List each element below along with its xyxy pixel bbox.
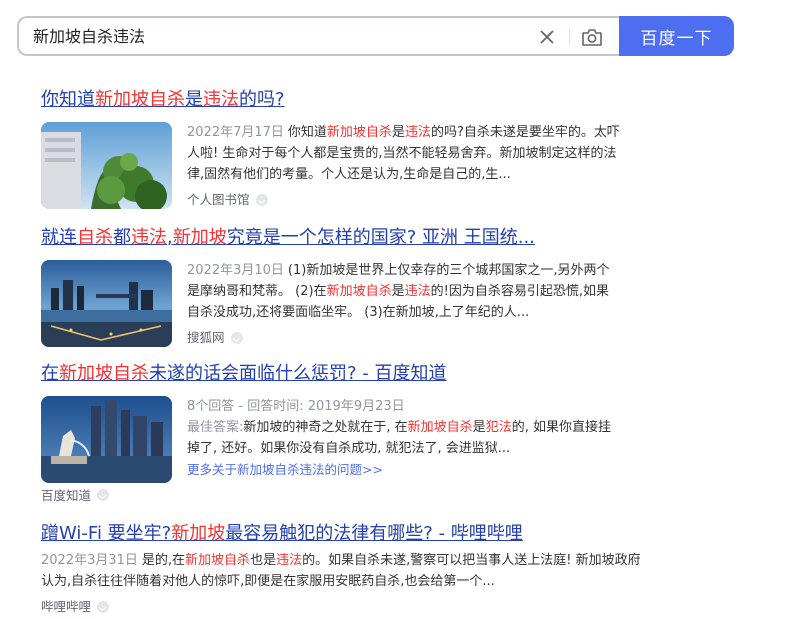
search-result: 就连自杀都违法,新加坡究竟是一个怎样的国家? 亚洲 王国统... 2022年3月… [41, 226, 621, 348]
search-bar: 百度一下 [17, 16, 734, 56]
source-name: 搜狐网 [187, 330, 225, 345]
result-title-link[interactable]: 蹭Wi-Fi 要坐牢?新加坡最容易触犯的法律有哪些? - 哔哩哔哩 [41, 522, 641, 546]
search-result: 你知道新加坡自杀是违法的吗? 2022年7月17日 你知道新加坡自杀是违法的吗?… [41, 88, 621, 210]
source-check-icon [255, 193, 268, 206]
result-date: 2022年3月31日 [41, 553, 138, 568]
result-thumbnail[interactable] [41, 122, 172, 209]
source-check-icon [97, 488, 110, 501]
answer-meta: 8个回答 - 回答时间: 2019年9月23日 [187, 399, 405, 414]
source-check-icon [97, 600, 110, 613]
result-snippet: 8个回答 - 回答时间: 2019年9月23日 最佳答案:新加坡的神奇之处就在于… [187, 396, 621, 481]
source-name: 百度知道 [41, 488, 92, 503]
result-date: 2022年7月17日 [187, 125, 284, 140]
result-title-link[interactable]: 在新加坡自杀未遂的话会面临什么惩罚? - 百度知道 [41, 362, 621, 386]
best-answer-label: 最佳答案: [187, 420, 244, 435]
result-thumbnail[interactable] [41, 260, 172, 347]
result-date: 2022年3月10日 [187, 263, 284, 278]
result-source[interactable]: 百度知道 [41, 485, 621, 504]
clear-icon[interactable] [538, 28, 556, 46]
source-name: 哔哩哔哩 [41, 599, 92, 614]
result-snippet: 2022年3月10日 (1)新加坡是世界上仅幸存的三个城邦国家之一,另外两个是摩纳… [187, 260, 621, 348]
source-check-icon [230, 331, 243, 344]
search-button[interactable]: 百度一下 [619, 16, 734, 56]
result-source[interactable]: 个人图书馆 [187, 189, 621, 210]
search-box [17, 16, 621, 56]
result-source[interactable]: 搜狐网 [187, 327, 621, 348]
result-title-link[interactable]: 你知道新加坡自杀是违法的吗? [41, 88, 621, 112]
camera-icon[interactable] [581, 27, 603, 47]
result-snippet: 2022年3月31日 是的,在新加坡自杀也是违法的。如果自杀未遂,警察可以把当事人… [41, 550, 641, 617]
more-questions-link[interactable]: 更多关于新加坡自杀违法的问题>> [187, 462, 383, 477]
search-input[interactable] [33, 27, 513, 47]
result-thumbnail[interactable] [41, 396, 172, 483]
search-result: 蹭Wi-Fi 要坐牢?新加坡最容易触犯的法律有哪些? - 哔哩哔哩 2022年3… [41, 522, 641, 617]
result-title-link[interactable]: 就连自杀都违法,新加坡究竟是一个怎样的国家? 亚洲 王国统... [41, 226, 621, 250]
search-result: 在新加坡自杀未遂的话会面临什么惩罚? - 百度知道 8个回答 - 回答时间: 2… [41, 362, 621, 504]
result-snippet: 2022年7月17日 你知道新加坡自杀是违法的吗?自杀未遂是要坐牢的。太吓人啦! … [187, 122, 621, 210]
divider [569, 29, 570, 45]
result-source[interactable]: 哔哩哔哩 [41, 596, 641, 617]
source-name: 个人图书馆 [187, 192, 250, 207]
